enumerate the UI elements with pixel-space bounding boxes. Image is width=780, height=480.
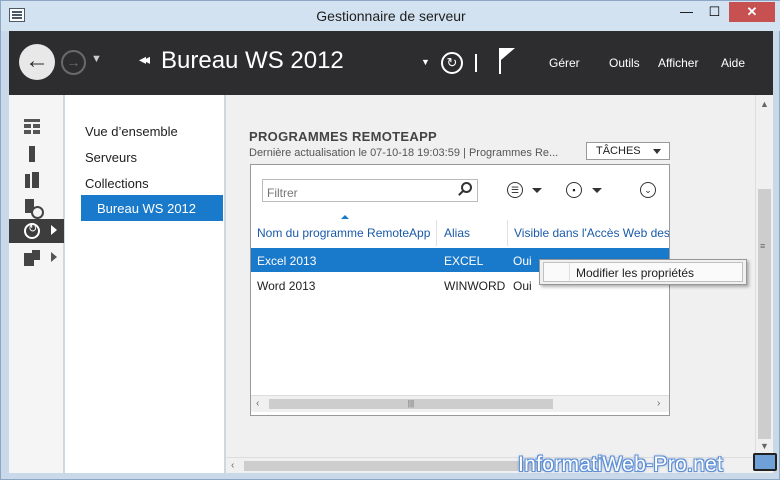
panel-horizontal-scrollbar[interactable]: ‹ ||| › — [251, 395, 669, 412]
iconbar-remote-desktop-services[interactable] — [9, 219, 64, 243]
iconbar-file-storage[interactable] — [9, 195, 64, 219]
section-subtitle: Dernière actualisation le 07-10-18 19:03… — [249, 147, 559, 159]
collapse-icon[interactable]: ⌄ — [640, 182, 656, 198]
header-separator — [475, 54, 477, 72]
close-button[interactable]: ✕ — [729, 2, 775, 22]
forward-arrow-icon[interactable]: → — [61, 50, 86, 75]
filter-input[interactable] — [262, 179, 478, 202]
column-header-name[interactable]: Nom du programme RemoteApp — [257, 220, 437, 246]
list-view-icon[interactable]: ☰ — [507, 182, 523, 198]
menu-view[interactable]: Afficher — [658, 56, 698, 70]
cell-visible: Oui — [513, 279, 532, 293]
breadcrumb: Bureau WS 2012 — [161, 47, 344, 74]
scroll-up-icon[interactable]: ▲ — [760, 99, 769, 109]
iconbar-all-servers[interactable] — [9, 168, 64, 192]
scroll-thumb[interactable] — [758, 189, 771, 439]
sidebar-item-collections[interactable]: Collections — [85, 176, 149, 191]
scroll-thumb[interactable]: ||| — [269, 399, 553, 409]
sort-ascending-icon — [341, 215, 349, 219]
remote-desktop-services-icon — [24, 222, 40, 239]
cell-program-name: Excel 2013 — [257, 254, 317, 268]
menu-tools[interactable]: Outils — [609, 56, 640, 70]
sidebar-nav: Vue d’ensemble Serveurs Collections Bure… — [65, 95, 225, 473]
expand-arrow-icon[interactable] — [51, 252, 57, 262]
cell-alias: EXCEL — [444, 254, 484, 268]
scroll-left-icon[interactable]: ‹ — [256, 398, 259, 409]
file-storage-icon — [24, 199, 44, 219]
minimize-button[interactable]: — — [673, 2, 700, 22]
cell-program-name: Word 2013 — [257, 279, 316, 293]
app-header: ← → ▼ ◂◂ Bureau WS 2012 ▼ ↻ Gérer Outils… — [9, 31, 773, 95]
expand-arrow-icon[interactable] — [51, 225, 57, 235]
section-title: PROGRAMMES REMOTEAPP — [249, 129, 438, 144]
sidebar-item-bureau-ws-2012[interactable]: Bureau WS 2012 — [81, 195, 223, 221]
chevron-down-icon[interactable] — [532, 188, 542, 193]
search-icon[interactable] — [461, 182, 472, 193]
history-dropdown-icon[interactable]: ▼ — [91, 53, 102, 65]
menu-help[interactable]: Aide — [721, 56, 745, 70]
context-menu: Modifier les propriétés — [539, 259, 747, 285]
iconbar-iis[interactable] — [9, 246, 64, 270]
cell-alias: WINWORD — [444, 279, 506, 293]
local-server-icon — [24, 146, 40, 162]
window-title: Gestionnaire de serveur — [316, 8, 466, 24]
sidebar-item-servers[interactable]: Serveurs — [85, 150, 137, 165]
title-bar: Gestionnaire de serveur — ☐ ✕ — [1, 1, 780, 31]
scroll-down-icon[interactable]: ▼ — [760, 441, 769, 451]
tasks-dropdown-button[interactable]: TÂCHES — [586, 142, 670, 160]
breadcrumb-chevrons-icon[interactable]: ◂◂ — [139, 51, 150, 68]
remoteapp-panel: ☰ ▪ ⌄ Nom du programme RemoteApp Alias V… — [250, 164, 670, 416]
menu-manage[interactable]: Gérer — [549, 56, 580, 70]
scroll-left-icon[interactable]: ‹ — [231, 460, 234, 471]
dashboard-icon — [24, 119, 40, 135]
iconbar-dashboard[interactable] — [9, 115, 64, 139]
back-arrow-icon[interactable]: ← — [19, 44, 55, 80]
chevron-down-icon[interactable] — [592, 188, 602, 193]
refresh-icon[interactable]: ↻ — [441, 52, 463, 74]
left-icon-bar — [9, 95, 64, 473]
column-header-visible[interactable]: Visible dans l'Accès Web des — [514, 220, 669, 246]
vertical-scrollbar[interactable]: ▲ ≡ ▼ — [755, 95, 773, 457]
cell-visible: Oui — [513, 254, 532, 268]
save-query-icon[interactable]: ▪ — [566, 182, 582, 198]
iis-icon — [24, 250, 40, 266]
watermark-text: InformatiWeb-Pro.net — [518, 453, 724, 476]
laptop-logo-icon — [753, 453, 777, 471]
iconbar-local-server[interactable] — [9, 142, 64, 166]
header-dropdown-icon[interactable]: ▼ — [421, 57, 430, 67]
scroll-thumb[interactable] — [244, 461, 544, 471]
sidebar-item-overview[interactable]: Vue d’ensemble — [85, 124, 178, 139]
context-menu-edit-properties[interactable]: Modifier les propriétés — [543, 262, 743, 282]
column-header-alias[interactable]: Alias — [444, 220, 508, 246]
scroll-grip-icon: ≡ — [760, 241, 766, 251]
maximize-button[interactable]: ☐ — [701, 2, 728, 22]
all-servers-icon — [24, 172, 40, 188]
server-manager-window: Gestionnaire de serveur — ☐ ✕ ← → ▼ ◂◂ B… — [0, 0, 780, 480]
notifications-flag-icon[interactable] — [499, 48, 517, 74]
scroll-right-icon[interactable]: › — [657, 398, 660, 409]
